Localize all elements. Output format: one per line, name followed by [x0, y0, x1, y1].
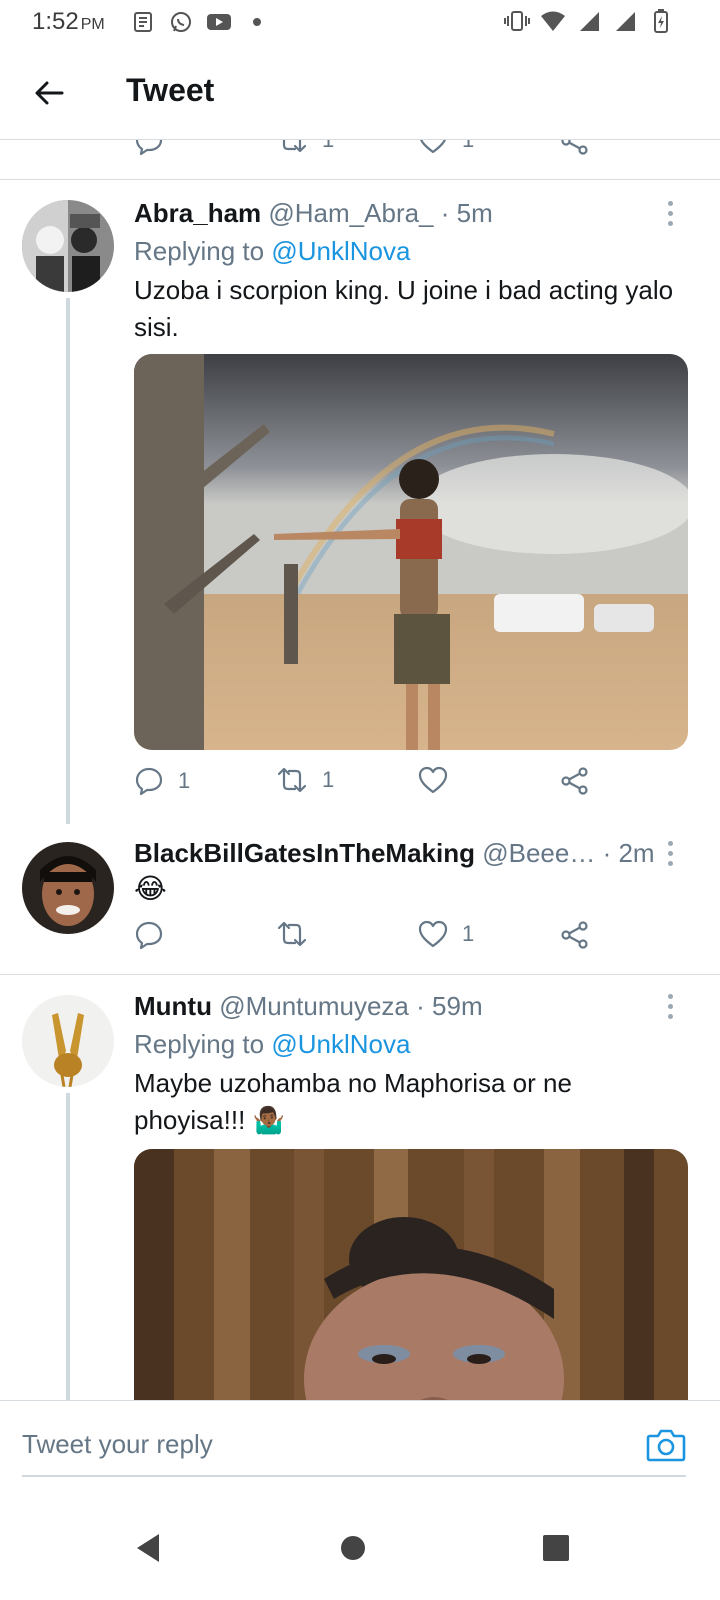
- more-notifications-dot-icon: [244, 9, 270, 35]
- display-name[interactable]: Muntu: [134, 991, 212, 1021]
- reply-count: 1: [178, 768, 191, 793]
- reply-button[interactable]: 1: [134, 766, 190, 796]
- nav-back-icon: [137, 1534, 159, 1562]
- retweet-count: 1: [322, 767, 335, 792]
- like-icon: [418, 920, 448, 948]
- like-button[interactable]: [418, 766, 462, 794]
- retweet-button[interactable]: 1: [276, 766, 334, 794]
- tweet-header: Muntu @Muntumuyeza · 59m: [134, 991, 483, 1022]
- system-nav-bar: [0, 1510, 720, 1600]
- like-icon: [418, 766, 448, 794]
- tweet-text: Maybe uzohamba no Maphorisa or ne phoyis…: [134, 1068, 572, 1135]
- share-button[interactable]: [560, 766, 590, 796]
- tweet-blackbillgates[interactable]: BlackBillGatesInTheMaking @Beee… · 2m 😂 …: [0, 832, 720, 974]
- replying-handle-link[interactable]: @UnklNova: [271, 1029, 410, 1059]
- back-button[interactable]: [30, 74, 68, 112]
- camera-icon: [646, 1429, 686, 1462]
- more-options-button[interactable]: [658, 991, 682, 1021]
- retweet-button[interactable]: [276, 920, 322, 948]
- share-icon: [561, 767, 588, 795]
- replying-handle-link[interactable]: @UnklNova: [271, 236, 410, 266]
- reply-bar: Tweet your reply: [0, 1400, 720, 1510]
- replying-to: Replying to @UnklNova: [134, 236, 410, 267]
- reply-icon: [135, 140, 163, 156]
- tweet-reply-input[interactable]: Tweet your reply: [22, 1429, 686, 1477]
- tweet-actions: 1 1: [0, 140, 720, 166]
- tweet-header: Abra_ham @Ham_Abra_ · 5m: [134, 198, 493, 229]
- tweet-time: · 2m: [602, 838, 655, 868]
- like-icon: [420, 140, 446, 154]
- battery-charging-icon: [648, 8, 674, 34]
- user-handle: @Ham_Abra_: [268, 198, 434, 228]
- replying-label: Replying to: [134, 236, 265, 266]
- signal-icon: [576, 8, 602, 34]
- retweet-icon: [282, 140, 307, 153]
- previous-tweet-actions: 1 1: [0, 140, 720, 180]
- reply-icon: [135, 921, 163, 950]
- status-time: 1:52 PM: [32, 8, 105, 36]
- share-button[interactable]: [560, 920, 590, 950]
- reply-button[interactable]: [134, 920, 178, 950]
- like-count: 1: [462, 140, 474, 153]
- tweet-actions: 1: [0, 920, 720, 960]
- user-handle: @Muntumuyeza: [219, 991, 409, 1021]
- like-count: 1: [462, 921, 475, 946]
- whatsapp-icon: [168, 9, 194, 35]
- tweet-text: Uzoba i scorpion king. U joine i bad act…: [134, 275, 674, 342]
- page-title: Tweet: [126, 72, 215, 108]
- more-vertical-icon: [667, 200, 673, 206]
- tweet-actions: 1 1: [0, 766, 720, 806]
- tweet-muntu[interactable]: Muntu @Muntumuyeza · 59m Replying to @Un…: [0, 975, 720, 1400]
- nav-home-icon: [341, 1536, 365, 1560]
- nav-back-button[interactable]: [126, 1526, 170, 1570]
- thread-line: [66, 1093, 70, 1400]
- tweet-image[interactable]: [134, 354, 688, 750]
- reply-button[interactable]: [134, 140, 164, 156]
- tweet-time: · 5m: [440, 198, 493, 228]
- tweet-text: 😂: [134, 873, 167, 904]
- tweet-image[interactable]: [134, 1149, 688, 1400]
- more-options-button[interactable]: [658, 198, 682, 228]
- retweet-icon: [277, 921, 307, 947]
- replying-label: Replying to: [134, 1029, 265, 1059]
- display-name[interactable]: BlackBillGatesInTheMaking: [134, 838, 475, 868]
- news-icon: [130, 9, 156, 35]
- status-time-ampm: PM: [80, 16, 105, 33]
- youtube-icon: [206, 9, 232, 35]
- retweet-icon: [277, 767, 307, 793]
- tweet-abra-ham[interactable]: Abra_ham @Ham_Abra_ · 5m Replying to @Un…: [0, 180, 720, 824]
- status-bar: 1:52 PM: [0, 0, 720, 46]
- tweet-time: · 59m: [416, 991, 483, 1021]
- wifi-icon: [540, 8, 566, 34]
- nav-recents-button[interactable]: [534, 1526, 578, 1570]
- like-button[interactable]: 1: [418, 140, 474, 154]
- nav-recents-icon: [543, 1535, 569, 1561]
- share-icon: [561, 921, 588, 949]
- notification-icons: [130, 9, 270, 35]
- avatar[interactable]: [22, 200, 114, 292]
- share-icon: [561, 140, 588, 155]
- thread-line: [66, 298, 70, 824]
- app-header: Tweet: [0, 46, 720, 140]
- reply-icon: [135, 767, 163, 796]
- user-handle: @Beee…: [482, 838, 596, 868]
- vibrate-icon: [504, 8, 530, 34]
- signal-2-icon: [612, 8, 638, 34]
- display-name[interactable]: Abra_ham: [134, 198, 261, 228]
- more-options-button[interactable]: [658, 838, 682, 868]
- more-vertical-icon: [667, 993, 673, 999]
- more-vertical-icon: [667, 840, 673, 846]
- status-time-value: 1:52: [32, 8, 79, 35]
- share-button[interactable]: [560, 140, 590, 156]
- retweet-button[interactable]: 1: [276, 140, 334, 154]
- tweet-header: BlackBillGatesInTheMaking @Beee… · 2m: [134, 838, 655, 869]
- avatar[interactable]: [22, 995, 114, 1087]
- system-icons: [504, 8, 674, 34]
- replying-to: Replying to @UnklNova: [134, 1029, 410, 1060]
- retweet-count: 1: [322, 140, 334, 153]
- like-button[interactable]: 1: [418, 920, 474, 948]
- nav-home-button[interactable]: [331, 1526, 375, 1570]
- camera-button[interactable]: [646, 1427, 686, 1467]
- back-arrow-icon: [35, 81, 64, 105]
